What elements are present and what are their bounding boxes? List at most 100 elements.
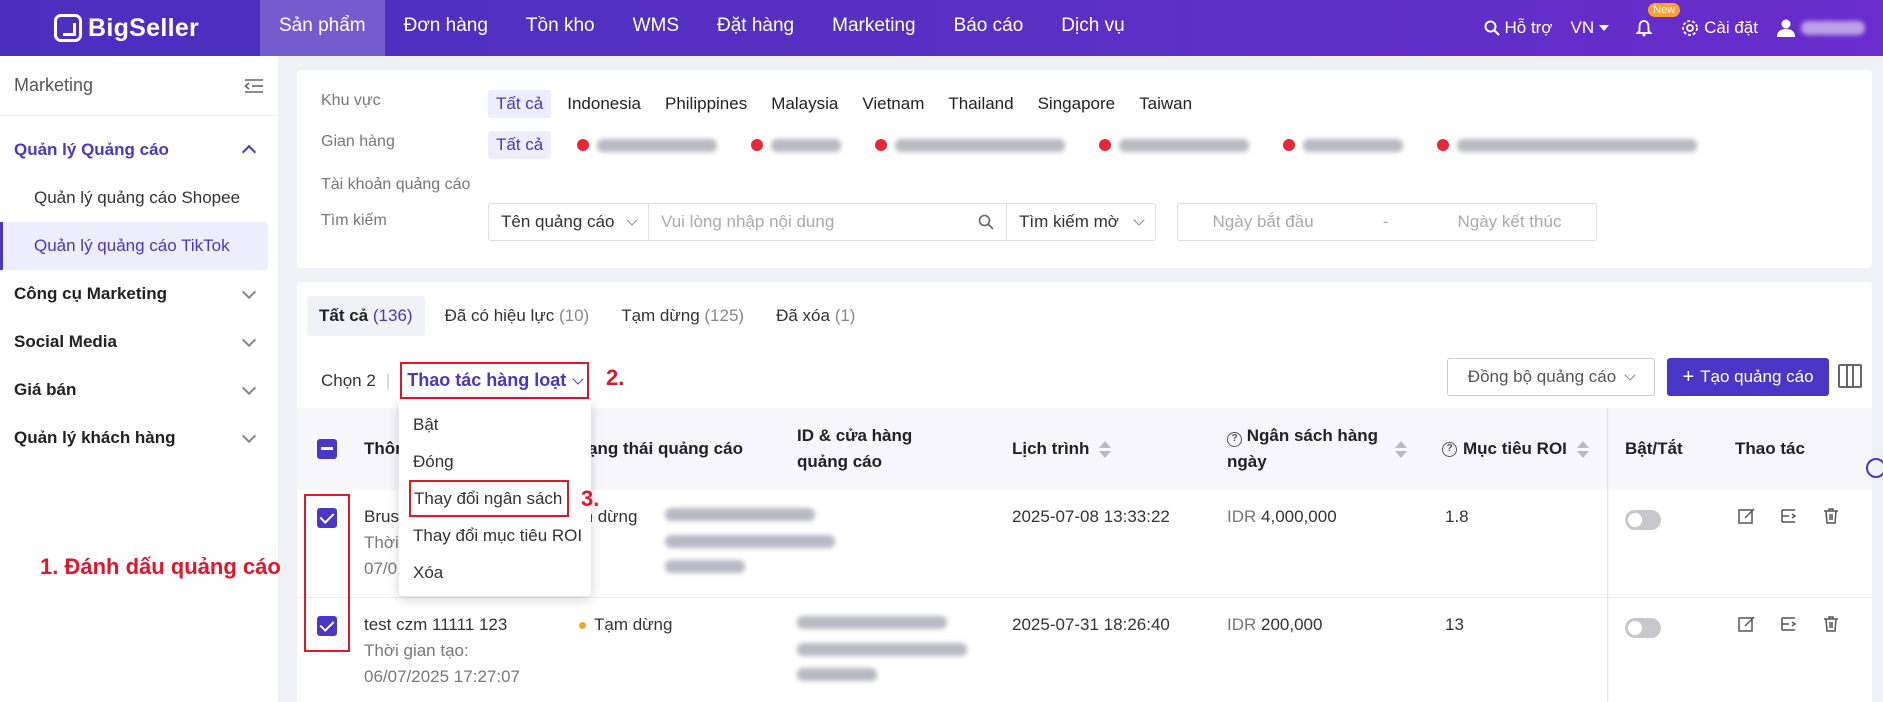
sync-ads-button[interactable]: Đồng bộ quảng cáo: [1447, 358, 1655, 396]
nav-inventory[interactable]: Tồn kho: [507, 0, 614, 56]
top-navbar: BigSeller Sản phẩm Đơn hàng Tồn kho WMS …: [0, 0, 1883, 56]
status-tabs: Tất cả (136) Đã có hiệu lực (10) Tạm dừn…: [307, 296, 867, 336]
edit-icon[interactable]: [1737, 614, 1757, 634]
ad-roi: 1.8: [1445, 507, 1469, 526]
sidebar-group-ads[interactable]: Quản lý Quảng cáo: [0, 126, 278, 174]
chevron-down-icon: [241, 284, 257, 300]
sidebar-group-pricing[interactable]: Giá bán: [0, 366, 278, 414]
ad-budget: IDR 200,000: [1227, 615, 1323, 634]
region-philippines[interactable]: Philippines: [657, 90, 755, 118]
sidebar-group-customers[interactable]: Quản lý khách hàng: [0, 414, 278, 462]
tab-deleted[interactable]: Đã xóa (1): [764, 296, 867, 336]
selected-count: Chọn 2: [321, 370, 376, 390]
language-select[interactable]: VN: [1571, 18, 1610, 38]
search-field-select[interactable]: Tên quảng cáo: [488, 203, 649, 241]
bigseller-logo[interactable]: BigSeller: [54, 12, 199, 44]
sort-icon[interactable]: [1395, 440, 1407, 458]
col-schedule[interactable]: Lịch trình: [1012, 408, 1112, 490]
chevron-down-icon: [241, 428, 257, 444]
column-settings-icon[interactable]: [1838, 364, 1862, 388]
sort-icon[interactable]: [1099, 440, 1112, 458]
tiktok-shop-icon: [577, 139, 590, 151]
col-id-store: ID & cửa hàng quảng cáo: [797, 426, 913, 471]
chevron-down-icon: [241, 332, 257, 348]
chevron-down-icon: [241, 380, 257, 396]
sidebar-item-shopee-ads[interactable]: Quản lý quảng cáo Shopee: [0, 174, 268, 222]
menu-item-enable[interactable]: Bật: [399, 406, 591, 443]
search-mode-select[interactable]: Tìm kiếm mờ: [1006, 203, 1156, 241]
store-option[interactable]: [867, 131, 1073, 159]
trash-icon[interactable]: [1821, 506, 1841, 526]
nav-wms[interactable]: WMS: [614, 0, 698, 56]
notifications[interactable]: New: [1635, 3, 1681, 37]
store-label: Gian hàng: [321, 133, 395, 150]
menu-item-change-budget[interactable]: Thay đổi ngân sách: [409, 480, 569, 517]
search-icon[interactable]: [978, 214, 994, 230]
ad-account-label: Tài khoản quảng cáo: [321, 176, 471, 193]
row-actions: [1737, 614, 1841, 634]
tab-active[interactable]: Đã có hiệu lực (10): [433, 296, 602, 336]
nav-marketing[interactable]: Marketing: [813, 0, 934, 56]
region-singapore[interactable]: Singapore: [1030, 90, 1124, 118]
create-ad-button[interactable]: + Tạo quảng cáo: [1667, 358, 1829, 396]
help-icon[interactable]: ?: [1442, 441, 1457, 457]
select-all-checkbox[interactable]: [317, 408, 337, 490]
support-link[interactable]: Hỗ trợ: [1484, 18, 1553, 38]
region-options: Tất cả Indonesia Philippines Malaysia Vi…: [488, 90, 1200, 118]
region-vietnam[interactable]: Vietnam: [854, 90, 932, 118]
store-option[interactable]: [1091, 131, 1257, 159]
store-all[interactable]: Tất cả: [488, 131, 552, 159]
tiktok-shop-icon: [1099, 139, 1112, 151]
store-options: Tất cả: [488, 131, 1705, 159]
region-taiwan[interactable]: Taiwan: [1131, 90, 1200, 118]
ad-info: test czm 11111 123 Thời gian tạo: 06/07/…: [364, 615, 520, 686]
col-roi-target[interactable]: ? Mục tiêu ROI: [1442, 408, 1589, 490]
tiktok-shop-icon: [1283, 139, 1296, 151]
sidebar-item-tiktok-ads[interactable]: Quản lý quảng cáo TikTok: [0, 222, 268, 270]
bulk-actions-button[interactable]: Thao tác hàng loạt: [400, 362, 590, 399]
top-right-tools: Hỗ trợ VN New Cài đặt: [1484, 0, 1883, 56]
collapse-sidebar-icon[interactable]: [244, 78, 264, 94]
sidebar-group-marketing-tools[interactable]: Công cụ Marketing: [0, 270, 278, 318]
region-indonesia[interactable]: Indonesia: [559, 90, 649, 118]
col-actions: Thao tác: [1735, 439, 1805, 458]
nav-products[interactable]: Sản phẩm: [260, 0, 385, 56]
tab-paused[interactable]: Tạm dừng (125): [609, 296, 756, 336]
detail-icon[interactable]: [1779, 506, 1799, 526]
detail-icon[interactable]: [1779, 614, 1799, 634]
sort-icon[interactable]: [1576, 440, 1589, 458]
bell-icon: [1635, 20, 1653, 37]
help-icon[interactable]: ?: [1227, 432, 1242, 447]
floating-search-icon[interactable]: [1866, 458, 1883, 478]
col-ad-status: Trạng thái quảng cáo: [572, 439, 743, 458]
region-malaysia[interactable]: Malaysia: [763, 90, 846, 118]
col-daily-budget[interactable]: ? Ngân sách hàng ngày: [1227, 408, 1407, 490]
store-option[interactable]: [1429, 131, 1705, 159]
ad-toggle[interactable]: [1625, 510, 1661, 530]
edit-icon[interactable]: [1737, 506, 1757, 526]
menu-item-change-roi[interactable]: Thay đổi mục tiêu ROI: [399, 517, 591, 554]
store-option[interactable]: [1275, 131, 1411, 159]
checkbox-highlight: [304, 494, 350, 652]
menu-item-delete[interactable]: Xóa: [399, 554, 591, 591]
store-option[interactable]: [569, 131, 725, 159]
store-option[interactable]: [743, 131, 849, 159]
bulk-actions-menu: Bật Đóng Thay đổi ngân sách Thay đổi mục…: [399, 400, 591, 596]
menu-item-close[interactable]: Đóng: [399, 443, 591, 480]
region-thailand[interactable]: Thailand: [940, 90, 1021, 118]
trash-icon[interactable]: [1821, 614, 1841, 634]
ad-toggle[interactable]: [1625, 618, 1661, 638]
tab-all[interactable]: Tất cả (136): [307, 296, 425, 336]
region-all[interactable]: Tất cả: [488, 90, 552, 118]
search-input[interactable]: Vui lòng nhập nội dung: [648, 203, 1007, 241]
annotation-step2: 2.: [606, 365, 625, 390]
nav-purchase[interactable]: Đặt hàng: [698, 0, 813, 56]
nav-services[interactable]: Dịch vụ: [1042, 0, 1143, 56]
date-range-picker[interactable]: Ngày bắt đầu - Ngày kết thúc: [1177, 203, 1597, 241]
sidebar-group-social-media[interactable]: Social Media: [0, 318, 278, 366]
nav-orders[interactable]: Đơn hàng: [385, 0, 507, 56]
username-blurred: [1801, 21, 1865, 35]
nav-reports[interactable]: Báo cáo: [935, 0, 1043, 56]
user-menu[interactable]: [1776, 18, 1865, 38]
settings-link[interactable]: Cài đặt: [1681, 18, 1758, 38]
